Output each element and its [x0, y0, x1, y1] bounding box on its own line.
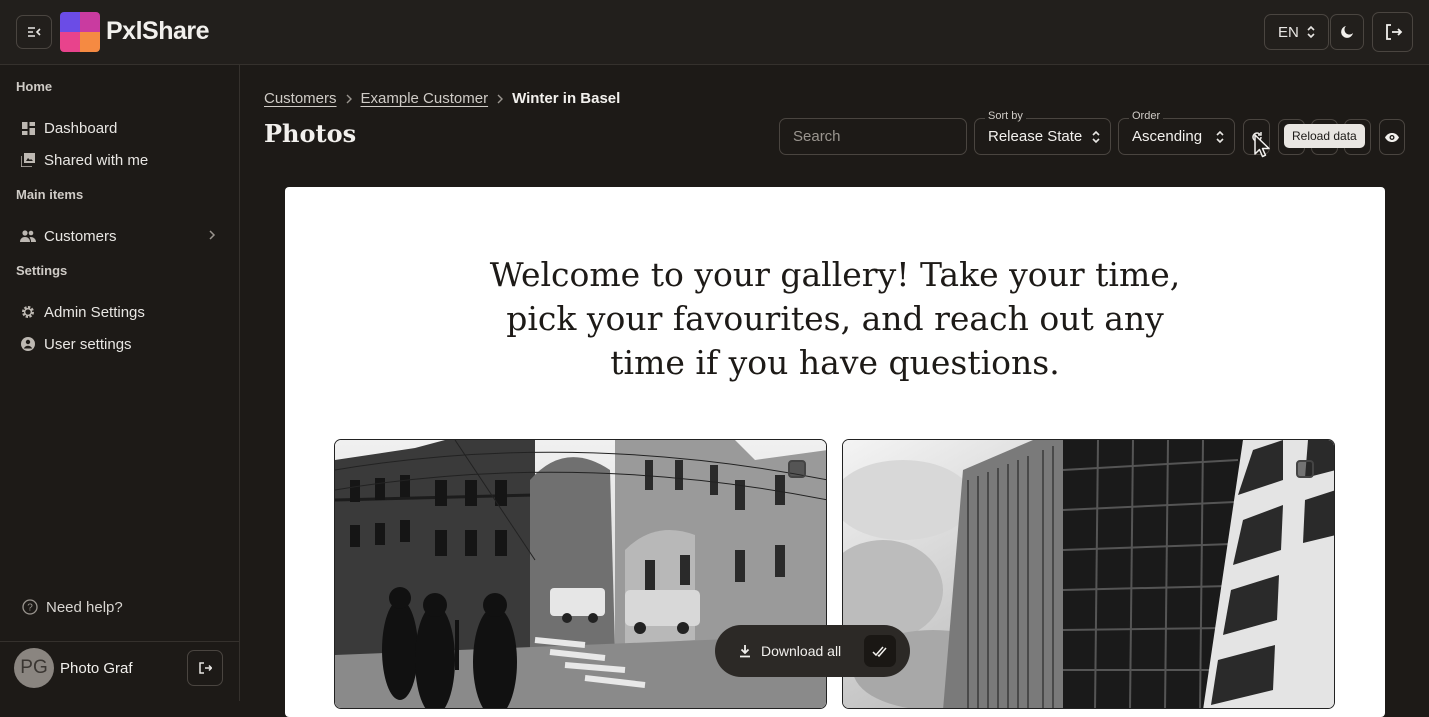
menu-collapse-icon	[28, 27, 41, 37]
sidebar-item-admin-settings[interactable]: Admin Settings	[16, 297, 224, 327]
updown-icon	[1092, 130, 1100, 144]
mouse-cursor-icon	[1254, 134, 1270, 158]
sidebar: Home Dashboard Shared with me Main items…	[0, 65, 240, 701]
search-input[interactable]	[779, 118, 967, 155]
double-check-icon	[872, 646, 887, 657]
tooltip: Reload data	[1284, 124, 1365, 148]
sidebar-toggle-button[interactable]	[16, 15, 52, 49]
photo-image	[843, 440, 1334, 708]
sort-by-select[interactable]: Sort by Release State	[974, 110, 1111, 155]
svg-text:?: ?	[27, 603, 33, 614]
brand-logo[interactable]	[60, 12, 100, 52]
chevron-right-icon	[497, 94, 504, 103]
select-all-button[interactable]	[864, 635, 896, 667]
photo-select-checkbox[interactable]	[788, 460, 806, 478]
sort-by-value: Release State	[988, 128, 1083, 145]
breadcrumb-current: Winter in Basel	[512, 90, 621, 107]
sidebar-item-label: User settings	[44, 335, 132, 353]
user-panel: PG Photo Graf	[0, 641, 240, 701]
order-value: Ascending	[1132, 128, 1203, 145]
sort-by-label: Sort by	[985, 110, 1026, 122]
updown-icon	[1216, 130, 1224, 144]
sidebar-item-label: Admin Settings	[44, 303, 145, 321]
people-icon	[20, 228, 36, 244]
top-bar: PxlShare EN	[0, 0, 1429, 65]
theme-toggle-button[interactable]	[1330, 14, 1364, 50]
section-label-main-items: Main items	[16, 187, 84, 202]
dashboard-icon	[20, 120, 36, 136]
photo-select-checkbox[interactable]	[1296, 460, 1314, 478]
help-link[interactable]: ? Need help?	[16, 592, 123, 622]
sidebar-item-user-settings[interactable]: User settings	[16, 329, 224, 359]
section-label-home: Home	[16, 79, 53, 94]
gear-icon	[20, 304, 36, 320]
language-value: EN	[1278, 23, 1299, 41]
photo-tile[interactable]	[842, 439, 1335, 709]
sidebar-item-label: Shared with me	[44, 151, 149, 169]
logout-icon	[1385, 24, 1402, 40]
brand-name: PxlShare	[106, 17, 210, 45]
sidebar-item-customers[interactable]: Customers	[16, 221, 224, 251]
sidebar-item-label: Dashboard	[44, 119, 118, 137]
eye-icon	[1385, 132, 1399, 142]
language-select[interactable]: EN	[1264, 14, 1329, 50]
order-select[interactable]: Order Ascending	[1118, 110, 1235, 155]
moon-icon	[1341, 26, 1353, 38]
sidebar-item-dashboard[interactable]: Dashboard	[16, 113, 224, 143]
sidebar-item-shared-with-me[interactable]: Shared with me	[16, 145, 224, 175]
help-label: Need help?	[46, 598, 123, 616]
download-all-label: Download all	[761, 643, 842, 659]
download-icon	[740, 645, 750, 658]
logout-icon	[199, 662, 212, 674]
user-name: Photo Graf	[60, 660, 133, 677]
user-logout-button[interactable]	[187, 650, 223, 686]
page-title: Photos	[264, 119, 357, 148]
updown-icon	[1307, 25, 1315, 39]
help-circle-icon: ?	[22, 599, 38, 615]
section-label-settings: Settings	[16, 263, 68, 278]
preview-button[interactable]	[1379, 119, 1405, 155]
avatar[interactable]: PG	[14, 648, 54, 688]
breadcrumb-link-customer[interactable]: Example Customer	[361, 90, 489, 107]
download-all-button[interactable]: Download all	[715, 625, 910, 677]
gallery-welcome-text: Welcome to your gallery! Take your time,…	[489, 255, 1181, 382]
sidebar-item-label: Customers	[44, 227, 117, 245]
photo-library-icon	[20, 152, 36, 168]
order-label: Order	[1129, 110, 1164, 122]
chevron-right-icon	[209, 230, 216, 240]
user-circle-icon	[20, 336, 36, 352]
breadcrumb: Customers Example Customer Winter in Bas…	[264, 90, 620, 107]
breadcrumb-link-customers[interactable]: Customers	[264, 90, 337, 107]
logout-button[interactable]	[1372, 12, 1413, 52]
chevron-right-icon	[346, 94, 352, 103]
